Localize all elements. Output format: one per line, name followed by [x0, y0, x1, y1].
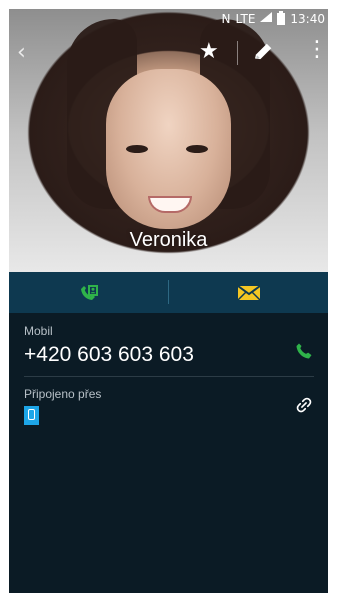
status-icons: N LTE 13:40 — [221, 9, 325, 29]
phone-device-icon — [24, 406, 39, 425]
envelope-icon — [236, 284, 261, 301]
status-time: 13:40 — [290, 12, 325, 26]
nfc-badge: N — [221, 12, 231, 26]
top-action-bar: ‹ ★ ⋮ — [9, 33, 328, 73]
status-bar: N LTE 13:40 — [9, 9, 328, 29]
detail-separator — [24, 376, 314, 377]
pencil-icon[interactable] — [251, 40, 275, 64]
back-chevron-icon[interactable]: ‹ — [17, 42, 26, 64]
left-eye-shape — [126, 145, 148, 153]
phone-icon[interactable] — [294, 341, 314, 361]
top-action-divider — [237, 41, 238, 65]
call-contact-button[interactable] — [9, 272, 168, 313]
contact-call-icon — [80, 284, 98, 300]
message-contact-button[interactable] — [169, 272, 328, 313]
contact-details: Mobil +420 603 603 603 Připojeno přes — [9, 313, 328, 593]
link-icon[interactable] — [294, 395, 314, 415]
battery-icon — [277, 11, 286, 25]
contact-photo: N LTE 13:40 ‹ ★ ⋮ Veronika — [9, 9, 328, 272]
more-vert-icon[interactable]: ⋮ — [306, 39, 328, 61]
connected-via-row: Připojeno přes — [24, 387, 314, 429]
phone-number[interactable]: +420 603 603 603 — [24, 342, 314, 368]
contact-name: Veronika — [129, 229, 208, 251]
quick-action-bar — [9, 272, 328, 313]
star-icon[interactable]: ★ — [199, 41, 219, 63]
phone-label: Mobil — [24, 324, 53, 338]
network-type: LTE — [235, 12, 256, 26]
mobile-phone-row[interactable]: Mobil +420 603 603 603 — [24, 324, 314, 376]
connected-label: Připojeno přes — [24, 387, 102, 401]
right-eye-shape — [186, 145, 208, 153]
contact-details-screen: N LTE 13:40 ‹ ★ ⋮ Veronika Mobil +420 60… — [9, 9, 328, 593]
signal-icon — [260, 12, 273, 24]
